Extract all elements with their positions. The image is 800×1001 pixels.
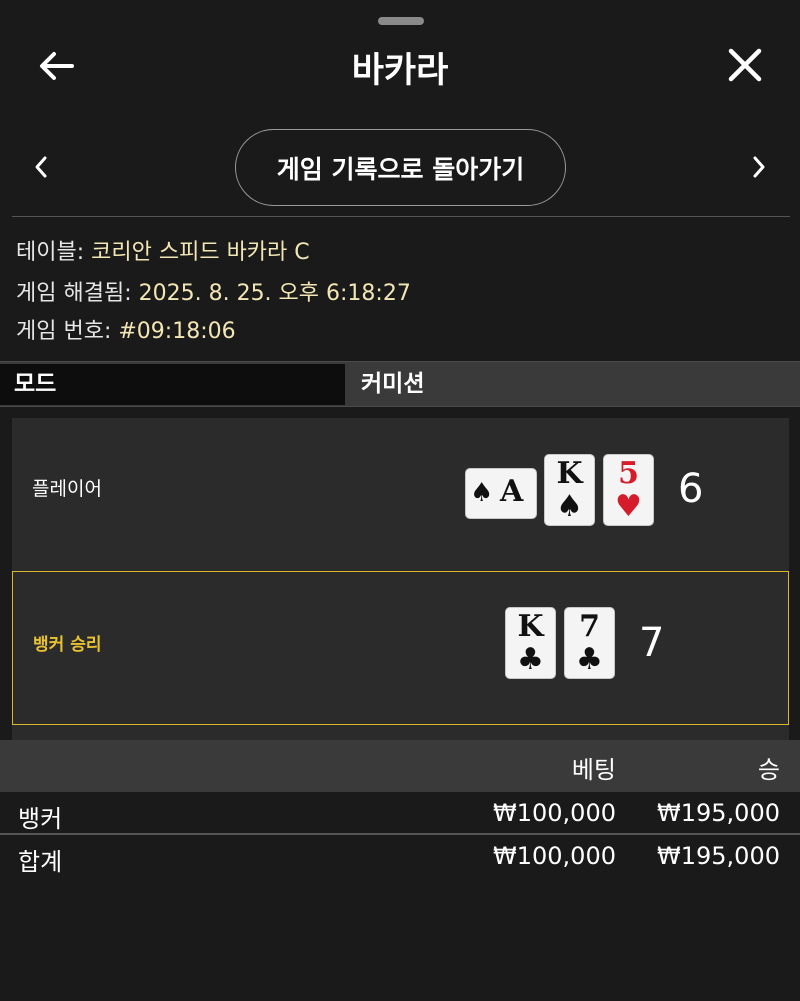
resolved-info: 게임 해결됨: 2025. 8. 25. 오후 6:18:27	[16, 275, 411, 307]
player-score: 6	[678, 466, 704, 512]
resolved-label: 게임 해결됨:	[16, 281, 132, 306]
total-bet: ₩100,000	[493, 842, 616, 870]
bet-column-header: 베팅	[571, 756, 616, 784]
banker-card-2: 7 ♣	[564, 607, 615, 679]
club-icon: ♣	[576, 642, 603, 677]
banker-hand: 뱅커 승리 K ♣ 7 ♣ 7	[12, 571, 789, 725]
mode-row: 모드 커미션	[0, 361, 800, 407]
game-number-info: 게임 번호: #09:18:06	[16, 313, 236, 345]
table-info: 테이블: 코리안 스피드 바카라 C	[16, 234, 310, 266]
win-amount: ₩195,000	[657, 799, 780, 827]
mode-value: 커미션	[347, 364, 800, 405]
win-column-header: 승	[757, 756, 780, 784]
previous-game-button[interactable]	[30, 152, 52, 182]
mode-label: 모드	[0, 364, 345, 405]
game-number-label: 게임 번호:	[16, 319, 112, 344]
player-card-3: 5 ♥	[603, 454, 654, 526]
next-game-button[interactable]	[748, 152, 770, 182]
chevron-left-icon	[35, 156, 47, 178]
table-label: 테이블:	[16, 240, 85, 265]
game-detail-sheet: 바카라 게임 기록으로 돌아가기 테이블: 코리안 스피드 바카라 C 게임 해…	[0, 0, 800, 1001]
total-label: 합계	[18, 848, 63, 876]
sheet-grabber-handle[interactable]	[378, 17, 424, 25]
history-nav: 게임 기록으로 돌아가기	[0, 128, 800, 208]
table-value: 코리안 스피드 바카라 C	[91, 240, 310, 265]
divider	[12, 216, 790, 217]
spade-icon: ♠	[556, 489, 583, 524]
card-rank: 5	[618, 456, 639, 491]
banker-win-label: 뱅커 승리	[33, 635, 102, 655]
page-title: 바카라	[351, 51, 449, 91]
header-bar: 바카라	[0, 30, 800, 100]
total-win: ₩195,000	[657, 842, 780, 870]
game-number-value: #09:18:06	[118, 319, 236, 344]
close-button[interactable]	[724, 44, 766, 86]
banker-score: 7	[639, 620, 665, 666]
bet-type: 뱅커	[18, 805, 63, 833]
heart-icon: ♥	[615, 489, 642, 524]
spade-icon: ♠	[470, 478, 494, 508]
banker-card-1: K ♣	[505, 607, 556, 679]
resolved-value: 2025. 8. 25. 오후 6:18:27	[138, 281, 411, 306]
hands-panel: 플레이어 A ♠ K ♠ 5 ♥ 6 뱅커 승리 K ♣ 7 ♣ 7	[12, 418, 789, 740]
player-card-1: A ♠	[465, 468, 537, 519]
back-to-history-button[interactable]: 게임 기록으로 돌아가기	[235, 129, 566, 206]
divider	[0, 833, 800, 835]
card-rank: K	[556, 456, 583, 491]
player-card-2: K ♠	[544, 454, 595, 526]
card-rank: A	[500, 474, 524, 509]
table-row: 뱅커 ₩100,000 ₩195,000	[0, 795, 800, 835]
player-label: 플레이어	[32, 478, 102, 500]
chevron-right-icon	[753, 156, 765, 178]
bet-amount: ₩100,000	[493, 799, 616, 827]
card-rank: K	[517, 609, 544, 644]
player-hand: 플레이어 A ♠ K ♠ 5 ♥ 6	[12, 418, 789, 570]
club-icon: ♣	[517, 642, 544, 677]
card-rank: 7	[579, 609, 600, 644]
close-icon	[728, 48, 762, 82]
total-row: 합계 ₩100,000 ₩195,000	[0, 838, 800, 878]
bets-table-header: 베팅 승	[0, 740, 800, 792]
